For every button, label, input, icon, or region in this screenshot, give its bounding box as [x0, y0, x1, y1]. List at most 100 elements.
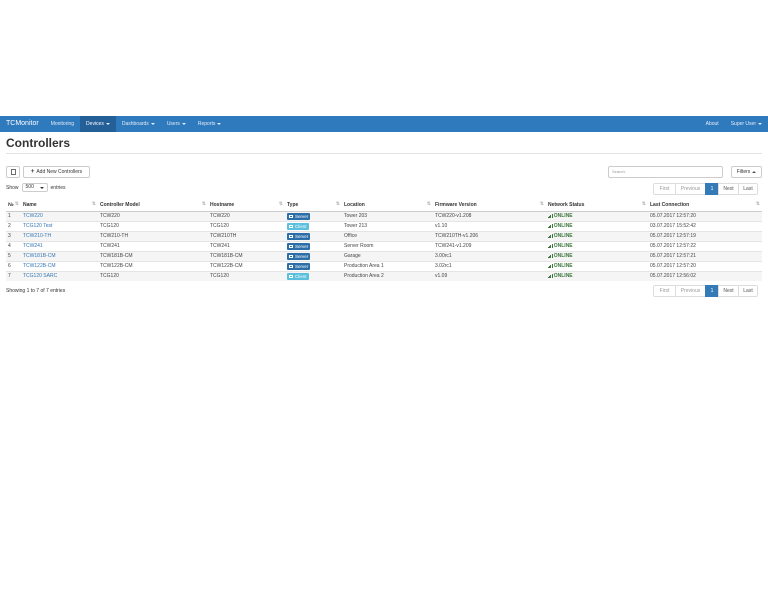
- table-row: 1 TCW220 TCW220 TCW220 Server Tower 203 TCW220…: [6, 210, 762, 221]
- col-header-name[interactable]: Name ⇅: [21, 199, 98, 212]
- brand-logo[interactable]: TCMonitor: [0, 116, 45, 132]
- col-header-hostname[interactable]: Hostname ⇅: [208, 199, 285, 212]
- col-header-name-label: Name: [23, 201, 37, 208]
- table-header-row: № ⇅ Name ⇅ Controller Model ⇅ Hostname ⇅ Typ…: [6, 199, 762, 212]
- sort-icon: ⇅: [426, 201, 431, 207]
- status-badge: ONLINE: [548, 213, 573, 219]
- cell-location: Production Area 2: [342, 270, 433, 281]
- title-divider: [6, 153, 762, 154]
- pagination-next[interactable]: Next: [718, 285, 739, 297]
- status-label: ONLINE: [553, 232, 573, 239]
- cell-name: TCW122B-CM: [21, 260, 98, 271]
- copy-button[interactable]: [6, 166, 20, 178]
- cell-location: Tower 203: [342, 210, 433, 221]
- cell-last-connection: 05.07.2017 12:57:19: [648, 230, 762, 241]
- cell-last-connection: 03.07.2017 15:52:42: [648, 220, 762, 231]
- status-label: ONLINE: [553, 272, 573, 279]
- cell-firmware: 3.00rc1: [433, 250, 546, 261]
- search-input[interactable]: Search:: [608, 166, 723, 178]
- col-header-firmware[interactable]: Firmware Version ⇅: [433, 199, 546, 212]
- controller-link[interactable]: TCW181B-CM: [23, 253, 56, 259]
- signal-icon: [548, 273, 553, 278]
- controller-link[interactable]: TCW241: [23, 243, 43, 249]
- pagination-page-1[interactable]: 1: [705, 285, 719, 297]
- chevron-down-icon: [181, 122, 186, 125]
- monitor-icon: [289, 274, 293, 278]
- add-controllers-button[interactable]: + Add New Controllers: [23, 166, 90, 178]
- signal-icon: [548, 223, 553, 228]
- pagination-previous[interactable]: Previous: [675, 183, 706, 195]
- cell-last-connection: 05.07.2017 12:57:20: [648, 210, 762, 221]
- status-badge: ONLINE: [548, 243, 573, 249]
- col-header-location[interactable]: Location ⇅: [342, 199, 433, 212]
- nav-monitoring[interactable]: Monitoring: [45, 116, 80, 132]
- sort-icon: ⇅: [91, 201, 96, 207]
- pagination-previous[interactable]: Previous: [675, 285, 706, 297]
- cell-hostname: TCW220: [208, 210, 285, 221]
- cell-type: Server: [285, 260, 342, 271]
- entries-select[interactable]: 500: [21, 183, 48, 192]
- col-header-type[interactable]: Type ⇅: [285, 199, 342, 212]
- monitor-icon: [289, 244, 293, 248]
- nav-user-menu[interactable]: Super User: [725, 116, 768, 132]
- table-row: 7 TCG120 SARC TCG120 TCG120 Client Production…: [6, 270, 762, 281]
- pagination-last[interactable]: Last: [738, 285, 758, 297]
- type-badge-label: Server: [295, 213, 309, 219]
- nav-dashboards[interactable]: Dashboards: [116, 116, 161, 132]
- col-header-no[interactable]: № ⇅: [6, 199, 21, 212]
- length-control: Show 500 entries: [6, 183, 66, 192]
- cell-no: 3: [6, 230, 21, 241]
- pagination-next[interactable]: Next: [718, 183, 739, 195]
- table-row: 3 TCW210-TH TCW210-TH TCW210TH Server Office T…: [6, 230, 762, 241]
- status-label: ONLINE: [553, 252, 573, 259]
- top-navbar: TCMonitor Monitoring Devices Dashboards …: [0, 116, 768, 132]
- cell-last-connection: 05.07.2017 12:57:21: [648, 250, 762, 261]
- controller-link[interactable]: TCW220: [23, 213, 43, 219]
- status-badge: ONLINE: [548, 273, 573, 279]
- filters-button[interactable]: Filters: [731, 166, 762, 178]
- signal-icon: [548, 243, 553, 248]
- sort-icon: ⇅: [201, 201, 206, 207]
- type-badge: Server: [287, 212, 311, 220]
- status-label: ONLINE: [553, 262, 573, 269]
- controller-link[interactable]: TCW122B-CM: [23, 263, 56, 269]
- cell-type: Client: [285, 220, 342, 231]
- controller-link[interactable]: TCG120 SARC: [23, 273, 57, 279]
- cell-status: ONLINE: [546, 230, 648, 241]
- controller-link[interactable]: TCG120 Test: [23, 223, 52, 229]
- status-badge: ONLINE: [548, 223, 573, 229]
- cell-name: TCG120 Test: [21, 220, 98, 231]
- status-label: ONLINE: [553, 212, 573, 219]
- type-badge: Server: [287, 242, 311, 250]
- status-badge: ONLINE: [548, 263, 573, 269]
- pagination-last[interactable]: Last: [738, 183, 758, 195]
- col-header-last-connection-label: Last Connection: [650, 201, 690, 208]
- show-label: Show: [6, 184, 19, 191]
- cell-no: 6: [6, 260, 21, 271]
- nav-users[interactable]: Users: [161, 116, 192, 132]
- pagination-page-1[interactable]: 1: [705, 183, 719, 195]
- cell-type: Server: [285, 230, 342, 241]
- controller-link[interactable]: TCW210-TH: [23, 233, 51, 239]
- cell-firmware: 3.02rc1: [433, 260, 546, 271]
- signal-icon: [548, 213, 553, 218]
- col-header-status[interactable]: Network Status ⇅: [546, 199, 648, 212]
- cell-model: TCW220: [98, 210, 208, 221]
- type-badge: Server: [287, 232, 311, 240]
- cell-hostname: TCW122B-CM: [208, 260, 285, 271]
- signal-icon: [548, 263, 553, 268]
- col-header-last-connection[interactable]: Last Connection ⇅: [648, 199, 762, 212]
- nav-devices[interactable]: Devices: [80, 116, 116, 132]
- cell-hostname: TCW241: [208, 240, 285, 251]
- signal-icon: [548, 233, 553, 238]
- col-header-model[interactable]: Controller Model ⇅: [98, 199, 208, 212]
- chevron-down-icon: [39, 187, 44, 189]
- pagination-first[interactable]: First: [653, 183, 676, 195]
- nav-about[interactable]: About: [700, 116, 725, 132]
- pagination-first[interactable]: First: [653, 285, 676, 297]
- table-body: 1 TCW220 TCW220 TCW220 Server Tower 203 TCW220…: [6, 210, 762, 281]
- cell-model: TCW210-TH: [98, 230, 208, 241]
- nav-reports[interactable]: Reports: [192, 116, 228, 132]
- sort-icon: ⇅: [539, 201, 544, 207]
- sort-icon: ⇅: [278, 201, 283, 207]
